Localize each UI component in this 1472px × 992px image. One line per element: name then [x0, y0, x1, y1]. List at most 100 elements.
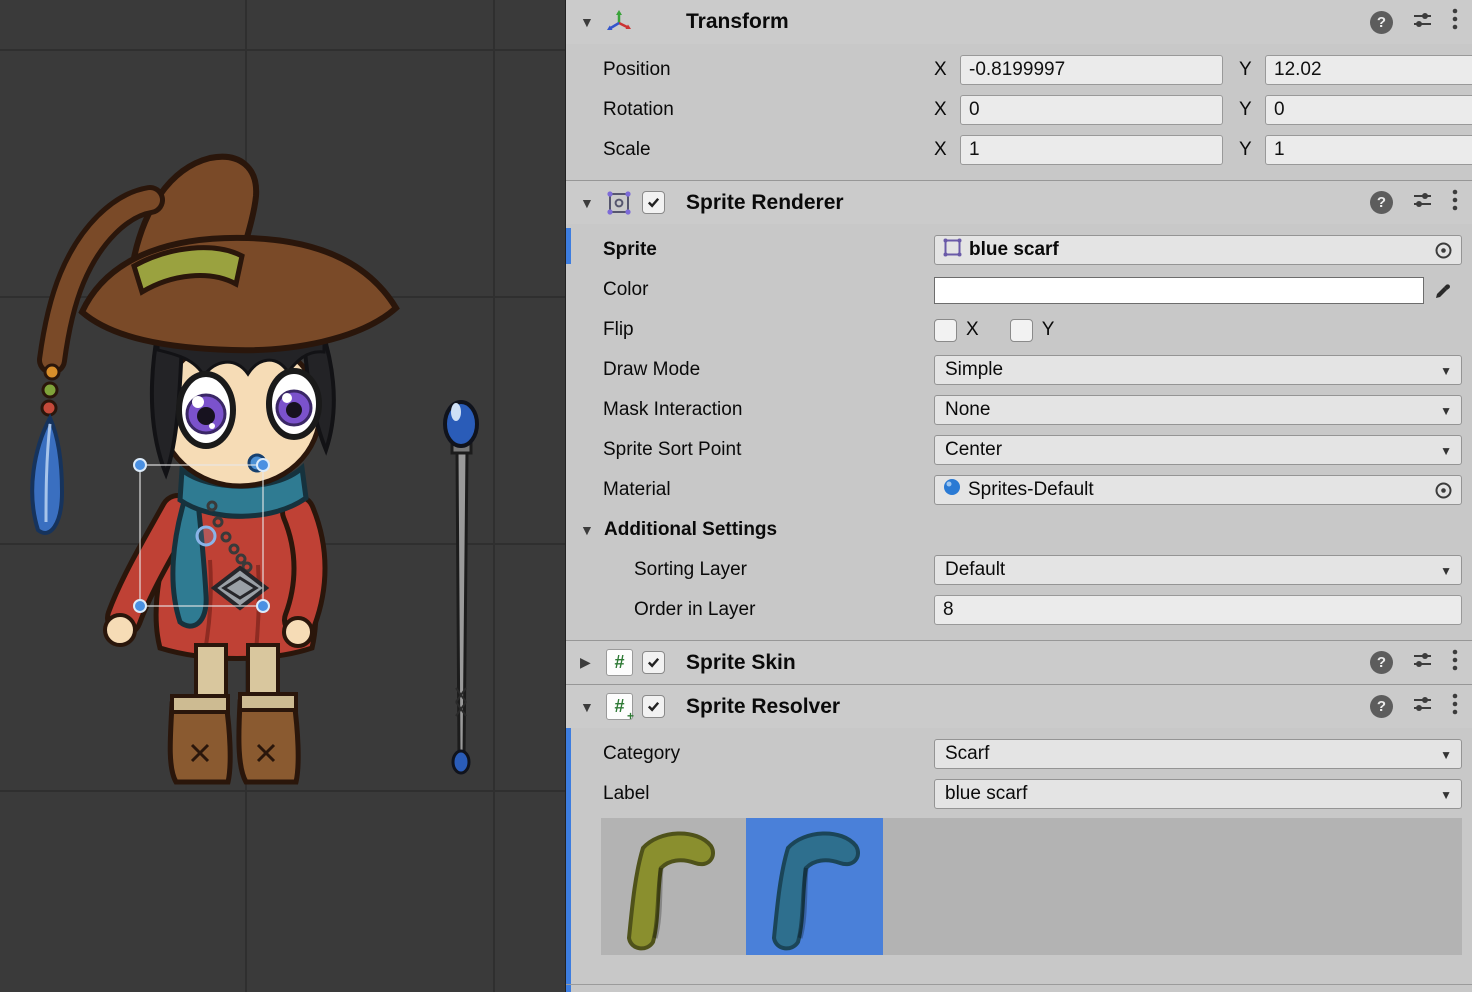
handle-top-right: [257, 459, 269, 471]
presets-icon[interactable]: [1411, 648, 1434, 677]
material-sphere-icon: [943, 478, 961, 502]
label-dropdown[interactable]: blue scarf ▼: [934, 779, 1462, 809]
presets-icon[interactable]: [1411, 692, 1434, 721]
help-icon[interactable]: ?: [1370, 695, 1393, 718]
handle-bottom-left: [134, 600, 146, 612]
sprite-renderer-icon: [606, 190, 642, 216]
chevron-down-icon: ▼: [1440, 748, 1452, 762]
foldout-open-icon[interactable]: ▼: [580, 14, 606, 30]
sprite-thumbnail-icon: [943, 238, 962, 263]
chevron-down-icon: ▼: [1440, 564, 1452, 578]
handle-bottom-right: [257, 600, 269, 612]
eyedropper-icon[interactable]: [1424, 280, 1462, 301]
scene-view[interactable]: [0, 0, 565, 992]
material-value: Sprites-Default: [968, 479, 1094, 501]
material-object-field[interactable]: Sprites-Default: [934, 475, 1462, 505]
axis-y-label: Y: [1239, 139, 1265, 161]
green-scarf-thumbnail[interactable]: [601, 818, 738, 955]
object-picker-icon[interactable]: [1434, 481, 1453, 500]
kebab-menu-icon[interactable]: [1452, 692, 1458, 722]
sprite-value: blue scarf: [969, 239, 1059, 261]
sprite-renderer-header[interactable]: ▼ Sprite Renderer ?: [566, 180, 1472, 224]
label-label: Label: [603, 783, 934, 805]
axis-x-label: X: [934, 99, 960, 121]
transform-body: Position X Y Z Rotation X Y: [566, 44, 1472, 180]
chevron-down-icon: ▼: [1440, 788, 1452, 802]
sorting-layer-dropdown[interactable]: Default ▼: [934, 555, 1462, 585]
presets-icon[interactable]: [1411, 188, 1434, 217]
rotation-x-field[interactable]: [960, 95, 1223, 125]
sprite-skin-header[interactable]: ▶ # Sprite Skin ?: [566, 640, 1472, 684]
sprite-sort-point-dropdown[interactable]: Center ▼: [934, 435, 1462, 465]
sprite-renderer-enabled-checkbox[interactable]: [642, 191, 665, 214]
sprite-resolver-header[interactable]: ▼ #+ Sprite Resolver ?: [566, 684, 1472, 728]
chevron-down-icon: ▼: [1440, 404, 1452, 418]
foldout-open-icon[interactable]: ▼: [580, 195, 606, 211]
axis-x-label: X: [934, 59, 960, 81]
sprite-resolver-title: Sprite Resolver: [686, 695, 840, 719]
category-value: Scarf: [945, 743, 989, 765]
position-y-field[interactable]: [1265, 55, 1472, 85]
category-label: Category: [603, 743, 934, 765]
axis-y-label: Y: [1239, 59, 1265, 81]
kebab-menu-icon[interactable]: [1452, 188, 1458, 218]
sprite-resolver-body: Category Scarf ▼ Label blue scarf ▼: [566, 728, 1472, 955]
sprite-row: Sprite blue scarf: [566, 230, 1472, 270]
rotation-row: Rotation X Y Z: [566, 90, 1472, 130]
additional-settings-row[interactable]: ▼ Additional Settings: [566, 510, 1472, 550]
sprite-label: Sprite: [603, 239, 934, 261]
foldout-open-icon[interactable]: ▼: [580, 699, 606, 715]
sprite-sort-point-label: Sprite Sort Point: [603, 439, 934, 461]
flip-y-checkbox[interactable]: [1010, 319, 1033, 342]
sprite-resolver-enabled-checkbox[interactable]: [642, 695, 665, 718]
check-icon: [646, 699, 661, 714]
flip-y-label: Y: [1042, 319, 1055, 341]
mask-interaction-value: None: [945, 399, 990, 421]
sorting-layer-label: Sorting Layer: [634, 559, 934, 581]
kebab-menu-icon[interactable]: [1452, 648, 1458, 678]
scale-label: Scale: [603, 139, 934, 161]
foldout-open-icon[interactable]: ▼: [580, 522, 604, 538]
material-label: Material: [603, 479, 934, 501]
order-in-layer-field[interactable]: [934, 595, 1462, 625]
flip-label: Flip: [603, 319, 934, 341]
flip-x-label: X: [966, 319, 979, 341]
sprite-skin-enabled-checkbox[interactable]: [642, 651, 665, 674]
transform-title: Transform: [686, 10, 789, 34]
material-row: Material Sprites-Default: [566, 470, 1472, 510]
mask-interaction-dropdown[interactable]: None ▼: [934, 395, 1462, 425]
chevron-down-icon: ▼: [1440, 364, 1452, 378]
scale-x-field[interactable]: [960, 135, 1223, 165]
inspector-panel: ▼ Transform ?: [565, 0, 1472, 992]
sprite-renderer-body: Sprite blue scarf Col: [566, 224, 1472, 640]
staff-sprite: [445, 402, 477, 773]
transform-header[interactable]: ▼ Transform ?: [566, 0, 1472, 44]
flip-x-checkbox[interactable]: [934, 319, 957, 342]
character-sprite: [32, 157, 396, 782]
sprite-object-field[interactable]: blue scarf: [934, 235, 1462, 265]
scene-canvas[interactable]: [0, 0, 565, 992]
foldout-closed-icon[interactable]: ▶: [580, 654, 606, 671]
order-in-layer-row: Order in Layer: [566, 590, 1472, 630]
rotation-y-field[interactable]: [1265, 95, 1472, 125]
kebab-menu-icon[interactable]: [1452, 7, 1458, 37]
sprite-resolver-icon: #+: [606, 693, 633, 720]
color-swatch[interactable]: [934, 277, 1424, 304]
category-dropdown[interactable]: Scarf ▼: [934, 739, 1462, 769]
scale-y-field[interactable]: [1265, 135, 1472, 165]
presets-icon[interactable]: [1411, 8, 1434, 37]
help-icon[interactable]: ?: [1370, 651, 1393, 674]
draw-mode-row: Draw Mode Simple ▼: [566, 350, 1472, 390]
label-value: blue scarf: [945, 783, 1027, 805]
sprite-skin-title: Sprite Skin: [686, 651, 796, 675]
blue-scarf-thumbnail[interactable]: [746, 818, 883, 955]
draw-mode-label: Draw Mode: [603, 359, 934, 381]
object-picker-icon[interactable]: [1434, 241, 1453, 260]
inspector-footer-divider: [566, 984, 1472, 985]
position-x-field[interactable]: [960, 55, 1223, 85]
help-icon[interactable]: ?: [1370, 191, 1393, 214]
scale-row: Scale X Y Z: [566, 130, 1472, 170]
color-row: Color: [566, 270, 1472, 310]
help-icon[interactable]: ?: [1370, 11, 1393, 34]
draw-mode-dropdown[interactable]: Simple ▼: [934, 355, 1462, 385]
